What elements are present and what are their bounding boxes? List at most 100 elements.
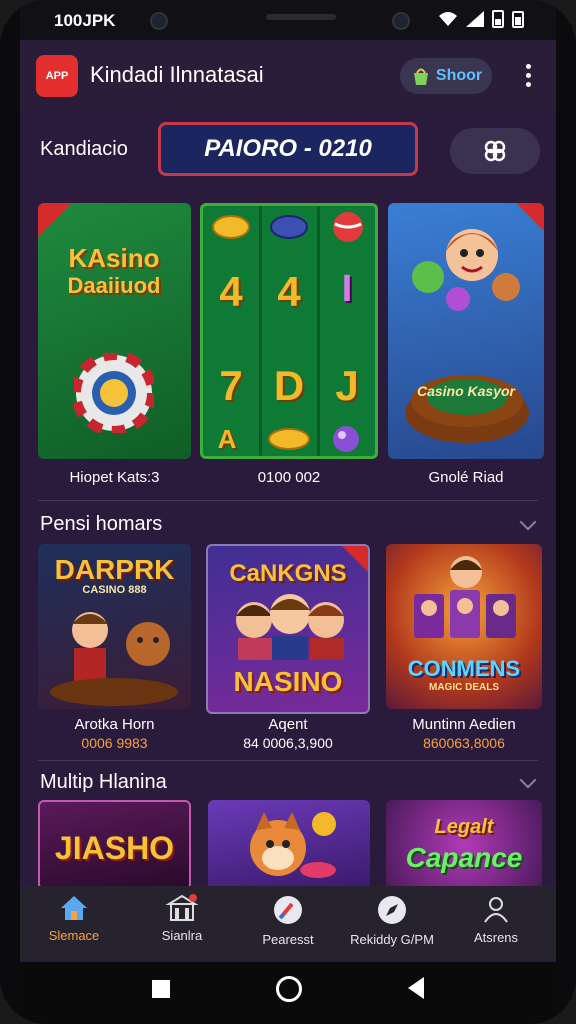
game-card[interactable]: Legalt Capance [386, 800, 542, 890]
poker-chip-icon [74, 353, 154, 433]
section-divider [38, 760, 538, 761]
reel-symbol: 4 [277, 268, 301, 315]
compass-icon [378, 896, 406, 924]
nav-item-compass[interactable]: Rekiddy G/PM [342, 894, 442, 954]
corner-ribbon [38, 203, 72, 237]
nav-item-account[interactable]: Atsrens [446, 894, 546, 954]
reel-symbol: I [341, 268, 353, 310]
game-card[interactable]: CaNKGNS NASINO [206, 544, 370, 714]
card-art-subtitle: Daaiiuod [67, 273, 161, 298]
clover-icon [484, 140, 506, 162]
nav-label: Rekiddy G/PM [350, 932, 434, 947]
card-art-title: CaNKGNS [229, 560, 347, 587]
speaker-notch [266, 14, 336, 20]
game-card[interactable]: JIASHO [38, 800, 191, 890]
card-art-title: KAsino [68, 243, 160, 273]
shop-bag-icon [413, 68, 428, 85]
featured-caption: Hiopet Kats:3 [69, 469, 160, 486]
clover-button[interactable] [450, 128, 540, 174]
status-time: 100JPK [54, 11, 116, 30]
promo-code-banner[interactable]: PAIORO - 0210 [158, 122, 418, 176]
chip-icon [270, 215, 308, 239]
nav-item-brush[interactable]: Pearesst [238, 894, 338, 954]
game-card-value: 0006 9983 [81, 735, 148, 751]
featured-row: KAsino Daaiiuod Hiopet Kats:3 4 4 I 7 D … [38, 203, 544, 495]
shop-label: Shoor [435, 67, 483, 84]
system-nav-bar [20, 962, 556, 1024]
dealer-scene-icon [50, 612, 178, 706]
roulette-table-icon [405, 375, 529, 443]
nav-label: Atsrens [473, 930, 519, 945]
featured-card-characters[interactable]: Casino Kasyor [388, 203, 544, 459]
battery-icon [512, 11, 524, 28]
orb-icon [333, 426, 359, 452]
home-icon [61, 896, 87, 920]
logo-text: APP [45, 70, 69, 82]
section-title: Pensi homars [40, 513, 163, 535]
user-icon [484, 897, 508, 923]
nav-label: Pearesst [262, 932, 314, 947]
nav-label: Sianlra [161, 928, 203, 943]
coin-icon [212, 215, 250, 239]
overflow-menu-icon[interactable] [520, 64, 536, 90]
signal-icon [466, 11, 484, 27]
cartoon-characters-icon [412, 229, 520, 311]
app-title: Kindadi Ilnnatasai [90, 62, 264, 87]
game-card-value: 84 0006,3,900 [243, 735, 333, 751]
back-icon[interactable] [408, 977, 424, 999]
app-bar: APP Kindadi Ilnnatasai Shoor [20, 42, 556, 110]
reel-symbol: D [273, 362, 305, 409]
ball-icon [333, 212, 363, 242]
featured-caption: Gnolé Riad [428, 469, 504, 486]
game-card[interactable] [208, 800, 370, 890]
section-divider [38, 500, 538, 501]
store-icon [165, 894, 199, 921]
status-icons [438, 10, 524, 28]
nav-item-home[interactable]: Slemace [24, 894, 124, 954]
chevron-down-icon[interactable] [519, 771, 537, 789]
card-art-title: Capance [405, 842, 523, 873]
card-art-title: DARPRK [54, 554, 175, 585]
game-card-name: Aqent [268, 716, 308, 733]
reel-divider [259, 206, 262, 456]
brush-icon [274, 896, 302, 924]
home-circle-icon[interactable] [276, 976, 302, 1002]
card-players-icon [414, 556, 516, 638]
camera-icon [150, 12, 168, 30]
game-card-name: Arotka Horn [74, 716, 155, 733]
nav-item-store[interactable]: Sianlra [132, 894, 232, 954]
game-card-name: Muntinn Aedien [412, 716, 516, 733]
dog-mascot-icon [250, 812, 336, 878]
nav-label: Slemace [48, 928, 100, 943]
game-card[interactable]: CONMENS MAGIC DEALS [386, 544, 542, 709]
card-art-title: CONMENS [407, 656, 521, 681]
sensor-icon [392, 12, 410, 30]
card-art-badge: Casino Kasyor [416, 383, 516, 399]
section-title: Multip Hlanina [40, 771, 167, 793]
chevron-down-icon[interactable] [519, 513, 537, 531]
wifi-icon [439, 12, 457, 26]
promo-row: Kandiacio PAIORO - 0210 [20, 118, 556, 188]
featured-card-slots[interactable]: 4 4 I 7 D J A [200, 203, 378, 459]
reel-symbol: A [217, 424, 237, 454]
app-logo[interactable]: APP [36, 55, 78, 97]
phone-frame: 100JPK APP Kindadi Ilnnatasai Shoor Kand… [0, 0, 576, 1024]
featured-card-kasino[interactable]: KAsino Daaiiuod [38, 203, 191, 459]
bottom-nav: Slemace Sianlra Pearesst Rekiddy G/PM At… [20, 886, 556, 960]
reel-symbol: J [335, 362, 359, 409]
reel-divider [317, 206, 320, 456]
game-card[interactable]: DARPRK CASINO 888 [38, 544, 191, 709]
sim-icon [492, 10, 504, 28]
recents-icon[interactable] [152, 980, 170, 998]
reel-symbol: 4 [219, 268, 243, 315]
shop-button[interactable]: Shoor [400, 58, 492, 94]
card-art-title: JIASHO [54, 830, 175, 866]
characters-icon [236, 594, 344, 660]
card-art-subtitle: NASINO [233, 666, 343, 697]
featured-caption: 0100 002 [257, 469, 321, 486]
card-art-subtitle: Legalt [434, 816, 494, 838]
status-bar: 100JPK [20, 0, 556, 40]
reel-symbol: 7 [219, 362, 243, 409]
coin-icon [268, 428, 310, 450]
card-art-subtitle: MAGIC DEALS [429, 682, 499, 693]
